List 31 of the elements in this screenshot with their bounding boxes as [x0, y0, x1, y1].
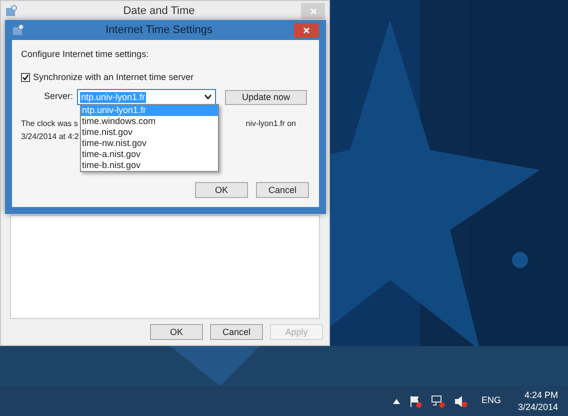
checkmark-icon	[22, 74, 29, 81]
dialog-button[interactable]: OK	[195, 182, 248, 198]
status-text: The clock was s	[21, 118, 78, 130]
close-icon	[303, 26, 310, 34]
close-button[interactable]	[294, 22, 319, 38]
window-icon	[12, 24, 24, 36]
chevron-up-icon[interactable]	[393, 398, 400, 404]
dialog-button[interactable]: OK	[150, 324, 203, 340]
server-label: Server:	[42, 90, 74, 104]
status-text: niv-lyon1.fr on	[246, 118, 296, 130]
chevron-down-icon	[204, 94, 212, 100]
dialog-title: Internet Time Settings	[104, 22, 214, 38]
language-indicator[interactable]: ENG	[481, 394, 501, 408]
window-title: Date and Time	[122, 4, 196, 19]
dropdown-option[interactable]: time.nist.gov	[81, 127, 218, 138]
dropdown-option[interactable]: time-nw.nist.gov	[81, 138, 218, 149]
window-icon	[5, 5, 17, 17]
dropdown-option[interactable]: time-b.nist.gov	[81, 160, 218, 171]
update-now-button[interactable]: Update now	[225, 90, 307, 104]
clock[interactable]: 4:24 PM 3/24/2014	[518, 389, 558, 413]
flag-icon[interactable]	[409, 394, 422, 408]
dialog-button[interactable]: Cancel	[256, 182, 309, 198]
dropdown-option[interactable]: time-a.nist.gov	[81, 149, 218, 160]
muted-speaker-icon[interactable]	[454, 394, 468, 408]
sync-checkbox[interactable]: Synchronize with an Internet time server	[21, 70, 310, 84]
close-icon	[310, 8, 316, 14]
status-text: 3/24/2014 at 4:2	[21, 131, 79, 143]
section-heading: Configure Internet time settings:	[21, 48, 150, 61]
dropdown-option[interactable]: time.windows.com	[81, 116, 218, 127]
network-icon[interactable]	[431, 394, 446, 408]
dialog-button[interactable]: Cancel	[210, 324, 263, 340]
